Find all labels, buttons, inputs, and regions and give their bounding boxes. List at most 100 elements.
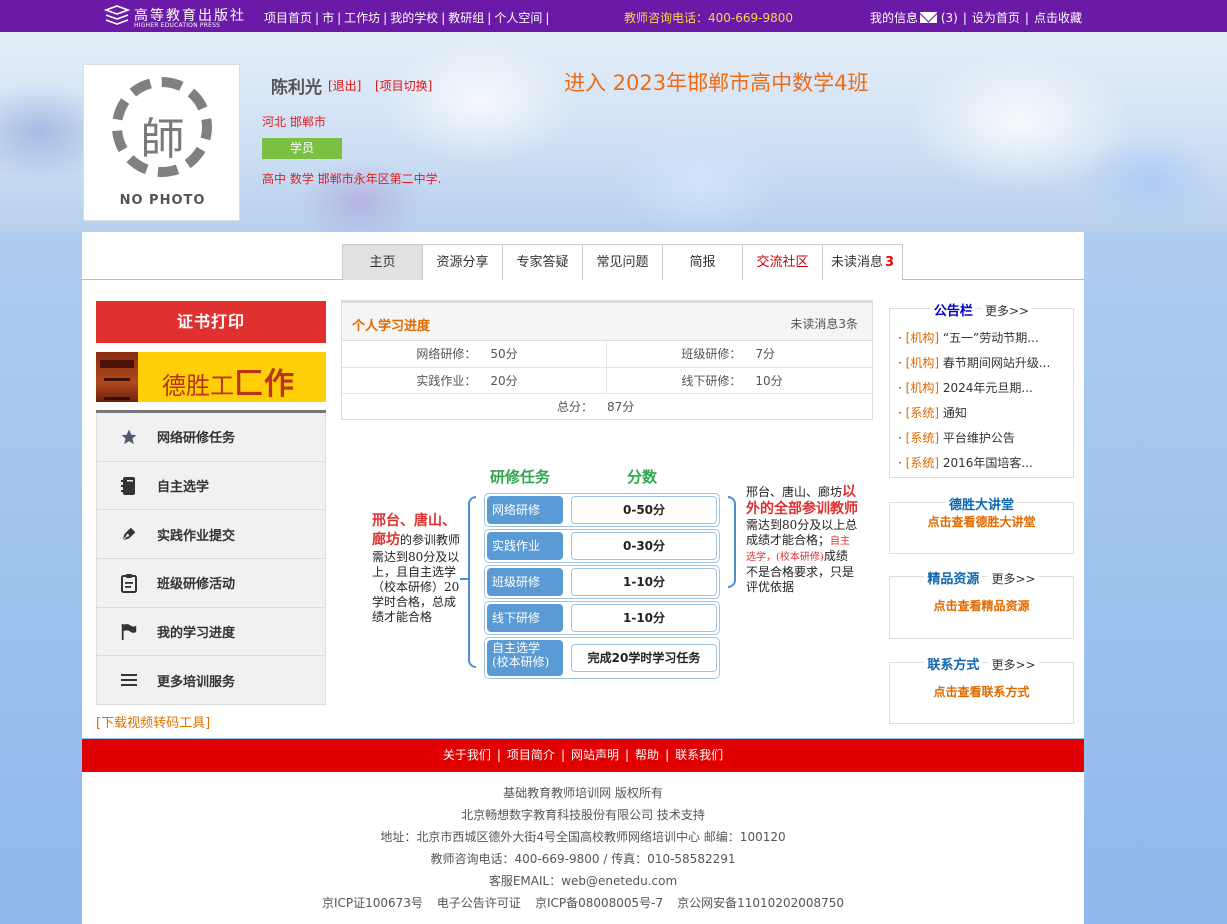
- notebook-icon: [119, 476, 139, 496]
- side-menu-practice-submit[interactable]: 实践作业提交: [96, 510, 326, 560]
- side-menu-label: 自主选学: [157, 480, 210, 496]
- certificate-print-button[interactable]: 证书打印: [96, 301, 326, 343]
- footer-support: 北京畅想数字教育科技股份有限公司 技术支持: [461, 808, 705, 822]
- resource-more-link[interactable]: 更多>>: [988, 572, 1039, 586]
- list-item[interactable]: · [系统] 通知: [898, 404, 1050, 429]
- top-right-links: 我的信息 (3) | 设为首页 | 点击收藏: [870, 11, 1082, 25]
- tab-4[interactable]: 简报: [662, 244, 743, 280]
- notice-tag: [机构]: [905, 331, 940, 345]
- tab-5[interactable]: 交流社区: [742, 244, 823, 280]
- footer-phone: 教师咨询电话：400-669-9800 / 传真：010-58582291: [430, 852, 736, 866]
- diagram-task-name-line2: (校本研修): [492, 655, 550, 669]
- no-photo-label: NO PHOTO: [119, 193, 206, 208]
- list-item[interactable]: · [系统] 平台维护公告: [898, 429, 1050, 454]
- enter-class-link[interactable]: 进入 2023年邯郸市高中数学4班: [564, 67, 868, 97]
- nav-workshop[interactable]: 工作坊: [344, 11, 380, 25]
- my-info-link[interactable]: 我的信息 (3): [870, 11, 958, 25]
- mail-icon: [920, 12, 938, 23]
- side-menu-label: 我的学习进度: [157, 626, 236, 642]
- tab-label: 未读消息: [830, 255, 883, 270]
- diagram-task-name: 线下研修: [487, 604, 563, 632]
- publisher-logo[interactable]: 高等教育出版社 HIGHER EDUCATION PRESS: [104, 4, 244, 30]
- right-bracket: [728, 496, 736, 588]
- diagram-right-regions: 邢台、唐山、廊坊: [746, 485, 843, 499]
- progress-value: 20分: [490, 367, 608, 394]
- footer-help-link[interactable]: 帮助: [635, 748, 659, 762]
- notice-text: 平台维护公告: [942, 431, 1015, 445]
- diagram-row: 实践作业 0-30分: [484, 529, 720, 563]
- diagram-task-score: 完成20学时学习任务: [571, 644, 717, 672]
- nav-city[interactable]: 市: [322, 11, 334, 25]
- unread-messages-link[interactable]: 未读消息3条: [790, 315, 858, 332]
- resource-link[interactable]: 点击查看精品资源: [890, 597, 1073, 614]
- diagram-left-note: 邢台、唐山、廊坊的参训教师需达到80分及以上，且自主选学（校本研修）20学时合格…: [372, 512, 464, 625]
- footer-contact-link[interactable]: 联系我们: [675, 748, 723, 762]
- side-menu-label: 网络研修任务: [157, 431, 236, 447]
- hotline-text: 教师咨询电话：400-669-9800: [624, 11, 794, 25]
- list-item[interactable]: · [机构] 春节期间网站升级...: [898, 354, 1050, 379]
- contact-more-link[interactable]: 更多>>: [988, 658, 1039, 672]
- contact-link[interactable]: 点击查看联系方式: [890, 683, 1073, 700]
- download-transcode-tool-link[interactable]: [下载视频转码工具]: [96, 712, 210, 731]
- switch-project-link[interactable]: [项目切换]: [375, 77, 432, 94]
- footer-project-link[interactable]: 项目简介: [507, 748, 555, 762]
- nav-project-home[interactable]: 项目首页: [264, 11, 312, 25]
- progress-key: 网络研修：: [342, 341, 491, 368]
- list-item[interactable]: · [机构] “五一”劳动节期...: [898, 329, 1050, 354]
- side-menu-class-activity[interactable]: 班级研修活动: [96, 559, 326, 608]
- progress-key: 班级研修：: [606, 341, 756, 368]
- footer-icp: 京ICP证100673号 电子公告许可证 京ICP备08008005号-7 京公网安备…: [82, 892, 1084, 914]
- tab-2[interactable]: 专家答疑: [502, 244, 583, 280]
- tab-3[interactable]: 常见问题: [582, 244, 663, 280]
- tab-0[interactable]: 主页: [342, 244, 423, 280]
- diagram-right-note: 邢台、唐山、廊坊以外的全部参训教师需达到80分及以上总成绩才能合格；自主选学，(…: [746, 484, 858, 595]
- side-menu-label: 实践作业提交: [157, 528, 236, 544]
- notice-text: “五一”劳动节期...: [942, 331, 1039, 345]
- set-homepage-link[interactable]: 设为首页: [972, 11, 1020, 25]
- tab-6[interactable]: 未读消息 3: [822, 244, 903, 280]
- logout-link[interactable]: [退出]: [328, 77, 361, 94]
- notice-text: 春节期间网站升级...: [942, 356, 1051, 370]
- add-favorite-link[interactable]: 点击收藏: [1034, 11, 1082, 25]
- list-item[interactable]: · [系统] 2016年国培客...: [898, 454, 1050, 479]
- side-menu-label: 更多培训服务: [157, 674, 236, 690]
- list-item[interactable]: · [机构] 2024年元旦期...: [898, 379, 1050, 404]
- side-menu-online-training[interactable]: 网络研修任务: [96, 413, 326, 462]
- side-menu-self-study[interactable]: 自主选学: [96, 461, 326, 511]
- avatar: 師 NO PHOTO: [83, 64, 240, 221]
- desheng-text-a: 德胜工: [162, 372, 234, 400]
- star-icon: [119, 427, 139, 447]
- side-menu-my-progress[interactable]: 我的学习进度: [96, 607, 326, 657]
- main-tabs: 主页 资源分享 专家答疑 常见问题 简报 交流社区 未读消息 3: [342, 244, 903, 280]
- nav-personal-space[interactable]: 个人空间: [494, 11, 542, 25]
- book-logo-icon: [104, 5, 130, 25]
- tab-1[interactable]: 资源分享: [422, 244, 503, 280]
- top-bar: 高等教育出版社 HIGHER EDUCATION PRESS 项目首页 | 市 | 工作…: [0, 0, 1227, 32]
- tab-label: 简报: [689, 255, 716, 270]
- side-menu-more-services[interactable]: 更多培训服务: [96, 656, 326, 706]
- diagram-task-score: 1-10分: [571, 568, 717, 596]
- quality-resources-box: 精品资源 更多>> 点击查看精品资源: [889, 572, 1074, 639]
- notice-more-link[interactable]: 更多>>: [981, 304, 1033, 318]
- progress-table: 网络研修： 50分 班级研修： 7分 实践作业： 20分 线下研修： 10分 总…: [342, 341, 872, 419]
- footer-copyright: 基础教育教师培训网 版权所有: [503, 786, 663, 800]
- diagram-task-name: 自主选学 (校本研修): [487, 640, 563, 676]
- my-info-label: 我的信息: [870, 11, 919, 25]
- message-count: (3): [940, 11, 958, 25]
- footer-statement-link[interactable]: 网站声明: [571, 748, 619, 762]
- diagram-task-name: 网络研修: [487, 496, 563, 524]
- notice-text: 通知: [942, 406, 967, 420]
- nav-my-school[interactable]: 我的学校: [390, 11, 438, 25]
- notice-tag: [系统]: [905, 456, 940, 470]
- diagram-task-name-line1: 自主选学: [492, 641, 541, 655]
- notice-tag: [机构]: [905, 381, 940, 395]
- contact-name: 联系方式: [924, 658, 983, 673]
- nav-trailing-sep: |: [545, 11, 550, 25]
- desheng-text-b: 匚作: [234, 367, 294, 402]
- nav-research-group[interactable]: 教研组: [448, 11, 484, 25]
- lecture-title: 德胜大讲堂: [890, 494, 1073, 513]
- diagram-header-task: 研修任务: [490, 468, 551, 486]
- lecture-link[interactable]: 点击查看德胜大讲堂: [890, 513, 1073, 530]
- desheng-work-banner[interactable]: 德胜工匚作: [96, 352, 326, 402]
- footer-about-link[interactable]: 关于我们: [443, 748, 491, 762]
